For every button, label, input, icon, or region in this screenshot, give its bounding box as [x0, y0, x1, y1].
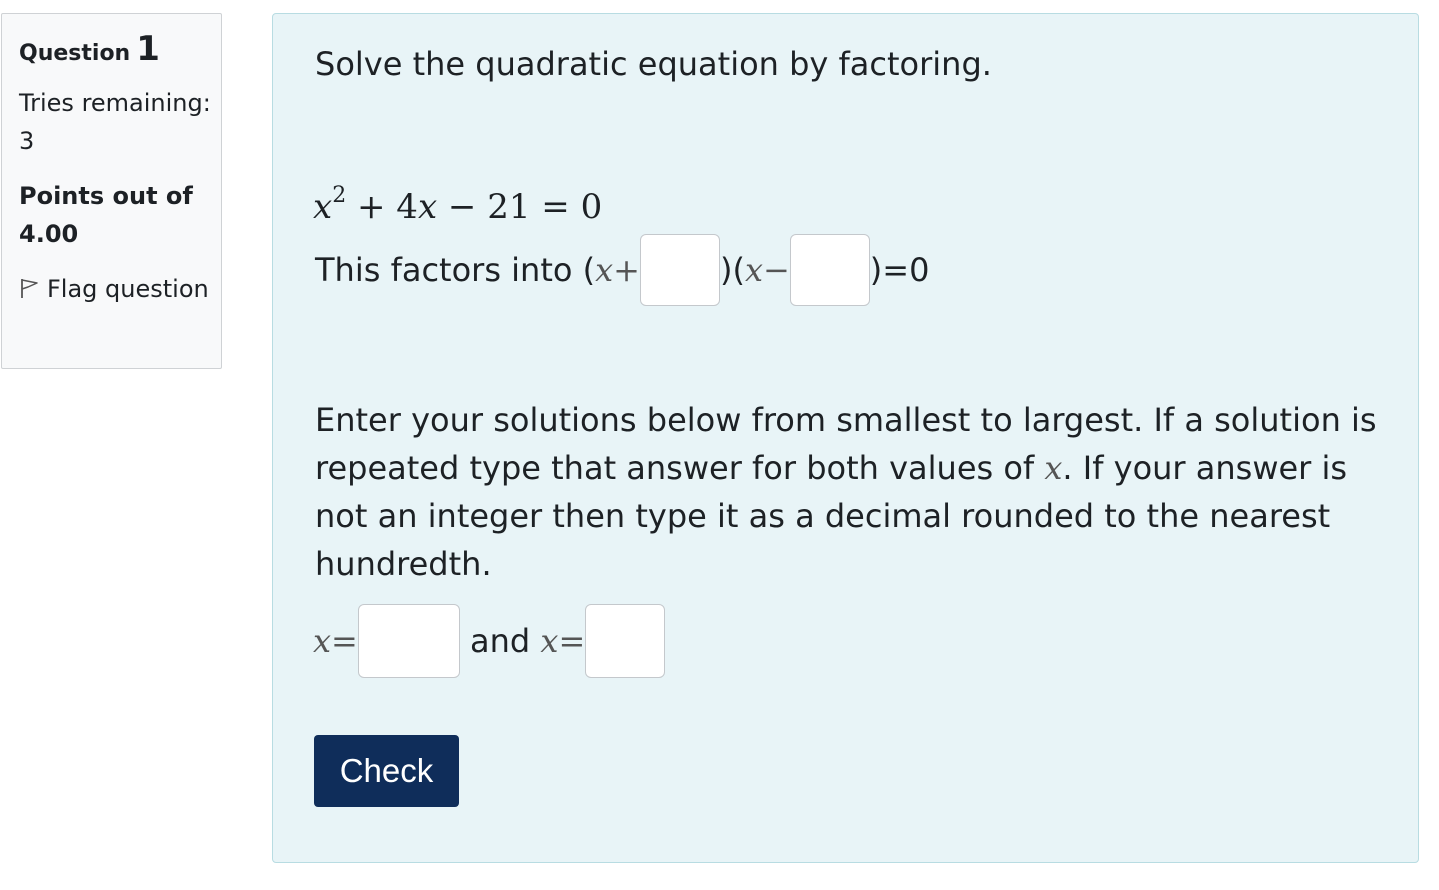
solution-x-label-1: x — [313, 622, 332, 660]
factor-x-1: x — [595, 251, 614, 289]
equation-exponent: 2 — [332, 183, 347, 208]
factor-plus: + — [613, 251, 640, 289]
check-button[interactable]: Check — [314, 735, 459, 807]
solution-equals-1: = — [331, 622, 358, 660]
points-label: Points out of 4.00 — [19, 182, 193, 248]
factor-lead-text: This factors into ( — [315, 251, 596, 289]
question-info-panel: Question 1 Tries remaining: 3 Points out … — [1, 13, 222, 369]
solution-and-text: and — [459, 622, 541, 660]
flag-question-link[interactable]: Flag question — [19, 270, 211, 308]
quadratic-equation: x2 + 4x − 21 = 0 — [313, 174, 602, 229]
question-label: Question — [19, 41, 131, 66]
question-prompt: Solve the quadratic equation by factorin… — [315, 45, 992, 83]
flag-icon — [19, 275, 47, 303]
question-number: Question 1 — [19, 31, 211, 72]
factor-end: )=0 — [869, 251, 930, 289]
instructions-text: Enter your solutions below from smallest… — [315, 396, 1385, 588]
question-content: Solve the quadratic equation by factorin… — [272, 13, 1419, 863]
answer-input-1[interactable] — [357, 604, 460, 678]
factor-x-2: x — [744, 251, 763, 289]
factor-minus: − — [762, 251, 790, 289]
factor-blank-1[interactable] — [639, 234, 720, 306]
factor-blank-2[interactable] — [789, 234, 870, 306]
answer-input-2[interactable] — [585, 604, 666, 678]
equation-tail: − 21 = 0 — [437, 187, 603, 227]
solution-equals-2: = — [558, 622, 586, 660]
equation-variable: x — [313, 187, 333, 227]
factor-row: This factors into (x +)(x −)=0 — [315, 232, 929, 308]
solution-x-label-2: x — [540, 622, 559, 660]
factor-mid: )( — [719, 251, 745, 289]
tries-remaining: Tries remaining: 3 — [19, 89, 211, 155]
instructions-variable: x — [1044, 449, 1063, 487]
solution-row: x = and x = — [313, 603, 666, 679]
equation-variable-2: x — [417, 187, 438, 227]
question-number-value: 1 — [136, 29, 160, 69]
flag-question-label: Flag question — [47, 275, 209, 303]
equation-middle: + 4 — [346, 187, 418, 227]
